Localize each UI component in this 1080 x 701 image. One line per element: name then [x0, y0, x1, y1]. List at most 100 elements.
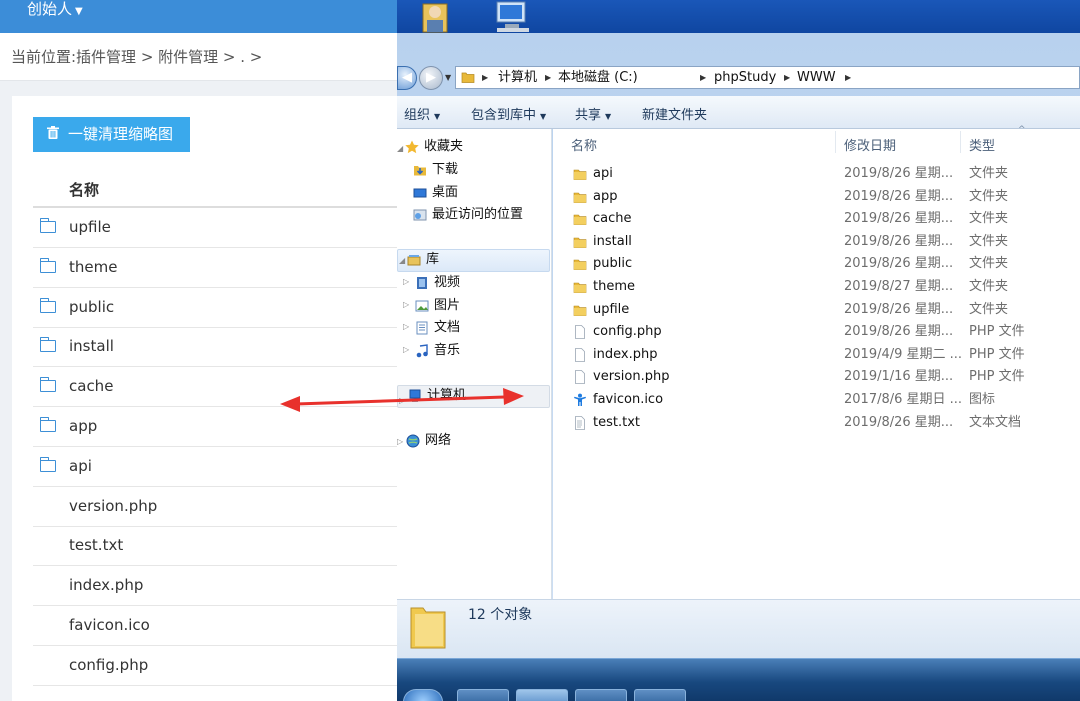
taskbar-ie-icon[interactable] — [457, 689, 509, 701]
table-row[interactable]: install — [33, 327, 397, 368]
table-row[interactable]: version.php — [33, 487, 397, 527]
address-crumb-computer[interactable]: 计算机 — [498, 67, 537, 88]
nav-pictures-label: 图片 — [434, 298, 461, 313]
file-name: theme — [69, 257, 118, 276]
documents-icon — [416, 321, 428, 335]
column-header-name[interactable]: 名称 — [571, 135, 597, 154]
folder-icon — [573, 192, 587, 203]
computer-desktop-icon — [496, 1, 529, 32]
collapse-arrow-icon[interactable]: ▷ — [403, 300, 409, 309]
nav-downloads-label: 下载 — [432, 162, 459, 177]
collapse-arrow-icon[interactable]: ▷ — [397, 437, 403, 446]
folder-icon — [39, 257, 56, 273]
table-row[interactable]: api — [33, 447, 397, 487]
chevron-down-icon: ▼ — [75, 6, 83, 17]
table-row[interactable]: upfile — [33, 208, 397, 248]
list-item[interactable]: app 2019/8/26 星期... 文件夹 — [553, 186, 1080, 208]
file-name: version.php — [69, 496, 158, 515]
list-item[interactable]: test.txt 2019/8/26 星期... 文本文档 — [553, 412, 1080, 434]
item-date: 2019/1/16 星期... — [844, 369, 954, 385]
list-item[interactable]: public 2019/8/26 星期... 文件夹 — [553, 253, 1080, 275]
table-row[interactable]: index.php — [33, 566, 397, 607]
table-row[interactable]: cache — [33, 367, 397, 408]
taskbar-app-icon[interactable] — [634, 689, 686, 701]
folder-icon — [573, 169, 587, 180]
taskbar-app-icon[interactable] — [575, 689, 627, 701]
chevron-down-icon: ▼ — [540, 112, 547, 121]
item-name: upfile — [593, 301, 630, 317]
address-separator-icon[interactable]: ▶ — [700, 67, 706, 88]
item-name: api — [593, 166, 613, 181]
column-divider[interactable] — [960, 131, 961, 153]
list-item[interactable]: cache 2019/8/26 星期... 文件夹 — [553, 208, 1080, 230]
list-item[interactable]: upfile 2019/8/26 星期... 文件夹 — [553, 299, 1080, 321]
large-folder-icon — [410, 607, 446, 649]
folder-icon — [573, 282, 587, 293]
collapse-arrow-icon[interactable]: ▷ — [403, 322, 409, 331]
table-row[interactable]: favicon.ico — [33, 606, 397, 646]
address-crumb-www[interactable]: WWW — [797, 67, 836, 88]
address-separator-icon[interactable]: ▶ — [545, 67, 551, 88]
list-item[interactable]: index.php 2019/4/9 星期二 ... PHP 文件 — [553, 344, 1080, 366]
file-name: upfile — [69, 218, 111, 236]
table-row[interactable]: config.php — [33, 646, 397, 686]
expand-arrow-icon[interactable]: ◢ — [397, 144, 403, 153]
new-folder-button[interactable]: 新建文件夹 — [642, 104, 707, 123]
table-row[interactable]: app — [33, 407, 397, 447]
table-row[interactable]: test.txt — [33, 526, 397, 567]
chevron-down-icon: ▼ — [605, 112, 612, 121]
taskbar-explorer-icon[interactable] — [516, 689, 568, 701]
forward-button[interactable]: ▶ — [419, 66, 443, 90]
address-crumb-local-disk[interactable]: 本地磁盘 (C:) — [558, 67, 638, 88]
web-admin-panel: 创始人 ▼ 当前位置:插件管理 > 附件管理 > . > 一键清理缩略图 名称 u… — [0, 0, 397, 701]
taskbar — [397, 658, 1080, 701]
address-separator-icon[interactable]: ▶ — [482, 67, 488, 88]
user-menu[interactable]: 创始人 ▼ — [27, 0, 83, 18]
item-date: 2019/8/26 星期... — [844, 211, 954, 227]
column-header-type[interactable]: 类型 — [969, 135, 995, 154]
list-item[interactable]: install 2019/8/26 星期... 文件夹 — [553, 231, 1080, 253]
item-name: theme — [593, 279, 635, 294]
list-item[interactable]: theme 2019/8/27 星期... 文件夹 — [553, 276, 1080, 298]
collapse-arrow-icon[interactable]: ▷ — [403, 277, 409, 286]
share-label: 共享 — [575, 108, 602, 123]
list-item[interactable]: favicon.ico 2017/8/6 星期日 ... 图标 — [553, 389, 1080, 411]
item-name: test.txt — [593, 414, 640, 430]
nav-documents-label: 文档 — [434, 320, 461, 335]
start-button[interactable] — [403, 689, 443, 701]
address-separator-icon[interactable]: ▶ — [784, 67, 790, 88]
item-type: 文本文档 — [969, 414, 1022, 430]
file-name: test.txt — [69, 536, 124, 555]
list-item[interactable]: version.php 2019/1/16 星期... PHP 文件 — [553, 366, 1080, 388]
item-type: 图标 — [969, 392, 996, 407]
recent-places-icon — [413, 209, 427, 221]
column-name-header: 名称 — [69, 181, 100, 199]
nav-computer[interactable]: ▷ 计算机 — [397, 385, 550, 408]
explorer-window: ◀ ▶ ▼ ▶ 计算机 ▶ 本地磁盘 (C:) ▶ phpStudy ▶ WWW… — [397, 0, 1080, 701]
include-in-library-button[interactable]: 包含到库中 ▼ — [471, 104, 546, 123]
column-divider[interactable] — [835, 131, 836, 153]
address-separator-icon[interactable]: ▶ — [845, 67, 851, 88]
list-item[interactable]: config.php 2019/8/26 星期... PHP 文件 — [553, 321, 1080, 343]
item-type: PHP 文件 — [969, 369, 1025, 385]
table-row[interactable]: theme — [33, 248, 397, 288]
address-bar[interactable]: ▶ 计算机 ▶ 本地磁盘 (C:) ▶ phpStudy ▶ WWW ▶ — [455, 66, 1080, 89]
clean-thumbnails-button[interactable]: 一键清理缩略图 — [33, 117, 190, 152]
nav-libraries[interactable]: ◢ 库 — [397, 249, 550, 272]
item-name: index.php — [593, 346, 658, 362]
folder-icon — [39, 377, 56, 393]
file-name: api — [69, 456, 92, 475]
column-header-date[interactable]: 修改日期 — [844, 135, 896, 154]
folder-icon — [39, 297, 56, 313]
file-list-pane: 名称 修改日期 类型 ^ api 2019/8/26 星期... 文件夹 app 201… — [553, 125, 1080, 599]
table-row[interactable]: public — [33, 288, 397, 328]
share-button[interactable]: 共享 ▼ — [575, 104, 611, 123]
organize-button[interactable]: 组织 ▼ — [404, 104, 440, 123]
list-item[interactable]: api 2019/8/26 星期... 文件夹 — [553, 163, 1080, 185]
file-name: cache — [69, 377, 114, 396]
user-menu-label: 创始人 — [27, 0, 73, 18]
collapse-arrow-icon[interactable]: ▷ — [403, 345, 409, 354]
recent-pages-dropdown[interactable]: ▼ — [445, 73, 451, 82]
item-date: 2019/8/26 星期... — [844, 233, 954, 249]
address-crumb-phpstudy[interactable]: phpStudy — [714, 67, 776, 88]
